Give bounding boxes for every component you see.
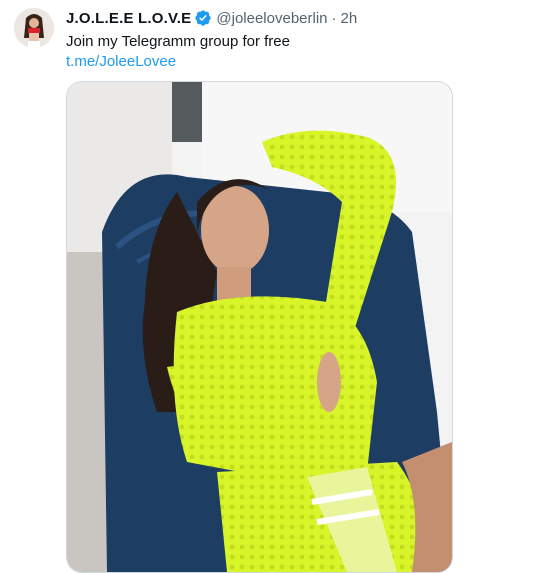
tweet-timestamp[interactable]: 2h xyxy=(341,10,358,27)
verified-badge-icon[interactable] xyxy=(194,9,212,27)
tweet-header: J.O.L.E.E L.O.V.E @joleeloveberlin · 2h xyxy=(66,8,533,28)
photo-image xyxy=(67,82,452,572)
avatar-image xyxy=(14,8,54,48)
author-avatar[interactable] xyxy=(14,8,54,48)
telegram-link[interactable]: t.me/JoleeLovee xyxy=(66,52,531,72)
tweet-text: Join my Telegramm group for free t.me/Jo… xyxy=(66,32,531,72)
separator-dot: · xyxy=(331,9,337,27)
author-display-name[interactable]: J.O.L.E.E L.O.V.E xyxy=(66,10,191,27)
tweet-media-photo[interactable] xyxy=(66,81,453,573)
author-handle[interactable]: @joleeloveberlin xyxy=(216,10,327,27)
tweet-body: Join my Telegramm group for free xyxy=(66,33,290,50)
